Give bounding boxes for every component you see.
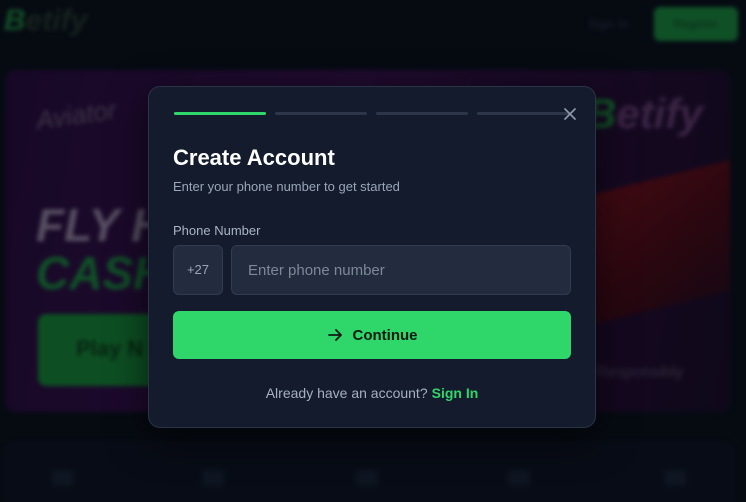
progress-steps — [174, 112, 569, 115]
phone-number-label: Phone Number — [173, 223, 261, 238]
progress-step-2 — [275, 112, 367, 115]
close-button[interactable] — [559, 103, 581, 125]
continue-button[interactable]: Continue — [173, 311, 571, 359]
sign-in-prompt: Already have an account? Sign In — [149, 385, 595, 401]
progress-step-1 — [174, 112, 266, 115]
progress-step-3 — [376, 112, 468, 115]
phone-number-input[interactable] — [231, 245, 571, 295]
country-code-selector[interactable]: +27 — [173, 245, 223, 295]
modal-subtitle: Enter your phone number to get started — [173, 179, 400, 194]
sign-in-link[interactable]: Sign In — [432, 385, 479, 401]
progress-step-4 — [477, 112, 569, 115]
modal-title: Create Account — [173, 145, 335, 170]
create-account-modal: Create Account Enter your phone number t… — [148, 86, 596, 428]
sign-in-prompt-text: Already have an account? — [265, 385, 428, 401]
continue-button-label: Continue — [352, 326, 418, 344]
close-icon — [564, 108, 576, 120]
arrow-right-icon — [327, 329, 342, 341]
